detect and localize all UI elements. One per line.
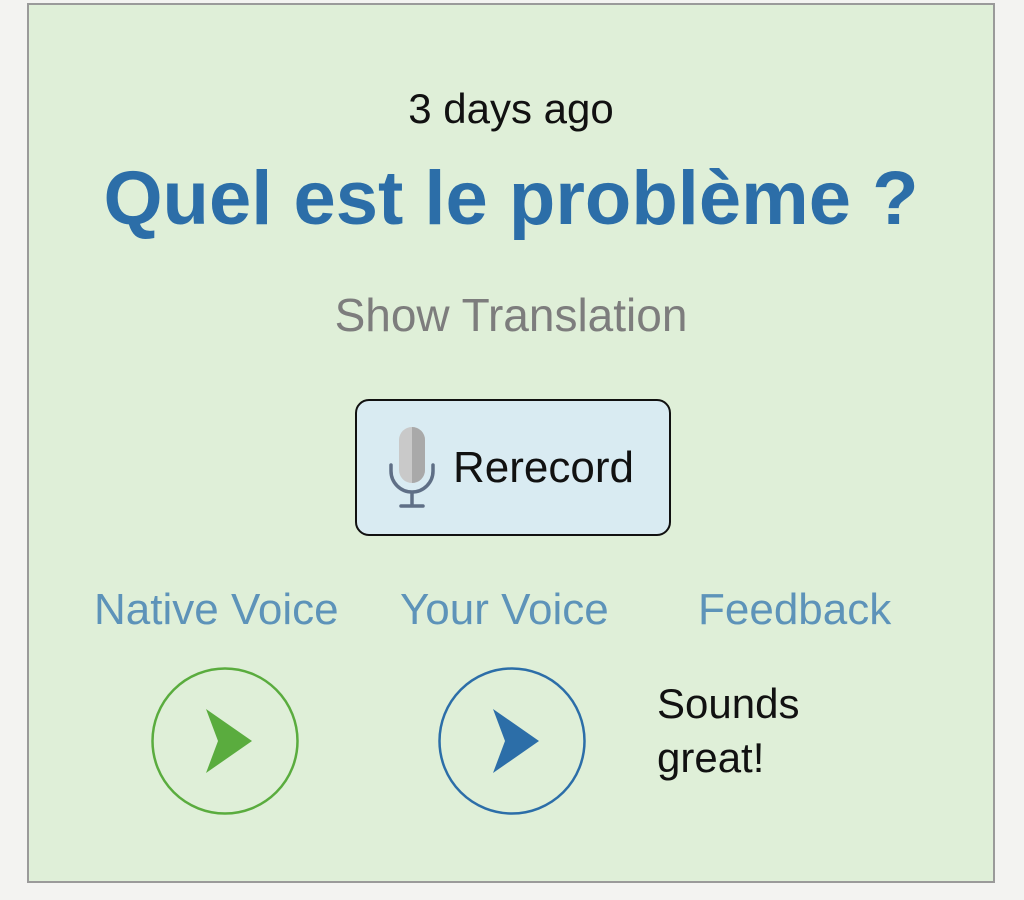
native-voice-play-button[interactable]: [151, 667, 299, 815]
rerecord-button[interactable]: Rerecord: [355, 399, 671, 536]
your-voice-play-button[interactable]: [438, 667, 586, 815]
phrase-card: 3 days ago Quel est le problème ? Show T…: [27, 3, 995, 883]
native-voice-label: Native Voice: [94, 585, 339, 634]
phrase-text: Quel est le problème ?: [103, 156, 919, 241]
feedback-label: Feedback: [698, 585, 892, 634]
play-icon: [151, 667, 299, 815]
rerecord-label: Rerecord: [453, 442, 634, 492]
your-voice-label: Your Voice: [400, 585, 609, 634]
microphone-icon: [389, 426, 435, 508]
play-icon: [438, 667, 586, 815]
show-translation-link[interactable]: Show Translation: [29, 288, 993, 342]
timestamp: 3 days ago: [408, 85, 614, 132]
feedback-text: Sounds great!: [657, 680, 800, 781]
